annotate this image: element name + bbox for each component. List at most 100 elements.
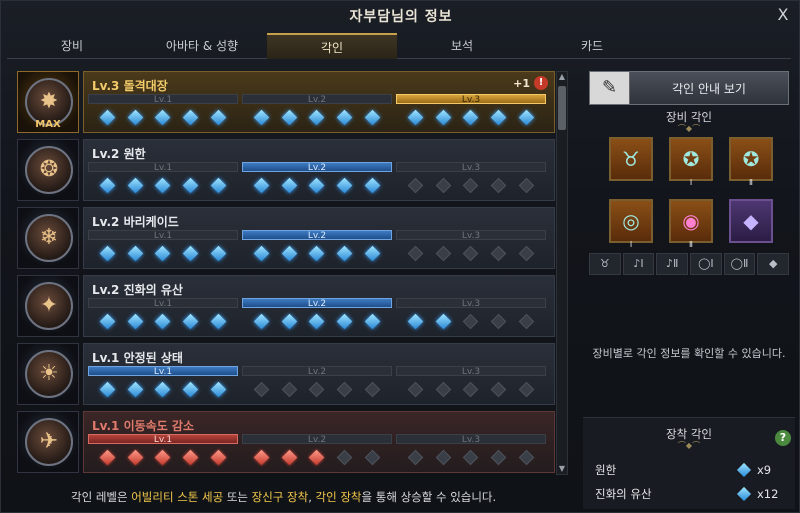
level-segment: Lv.2 — [242, 298, 392, 334]
filter-necklace[interactable]: ♉ — [589, 253, 621, 275]
slot-number: Ⅱ — [749, 178, 753, 187]
engraving-point-gem-icon — [435, 381, 452, 398]
engraving-row[interactable]: ✈ Lv.1 이동속도 감소 Lv.1 Lv.2 Lv.3 — [17, 411, 555, 473]
warning-icon[interactable]: ! — [534, 76, 548, 90]
equipped-engraving-item: 진화의 유산 x12 — [595, 484, 783, 504]
filter-ring-2[interactable]: ◯Ⅱ — [723, 253, 756, 275]
hint-highlight-engraving-equip: 각인 장착 — [315, 490, 362, 504]
equip-engraving-title: 장비 각인 ⌒◆⌒ — [589, 109, 789, 133]
engraving-point-gem-icon — [336, 109, 353, 126]
gem-row — [242, 104, 392, 127]
slot-number: Ⅰ — [629, 240, 633, 249]
equipped-engraving-item: 원한 x9 — [595, 460, 783, 480]
level-label: Lv.3 — [396, 366, 546, 377]
engraving-point-gem-icon — [463, 177, 479, 194]
engraving-point-gem-icon — [309, 109, 325, 126]
engraving-title: Lv.3 돌격대장 — [92, 79, 168, 93]
engraving-point-gem-icon — [364, 381, 380, 398]
engraving-point-gem-icon — [463, 109, 479, 126]
scroll-thumb[interactable] — [558, 86, 566, 130]
filter-earring-2[interactable]: ♪Ⅱ — [656, 253, 689, 275]
slot-necklace[interactable]: ♉ — [609, 137, 653, 181]
scroll-up-arrow-icon[interactable]: ▲ — [557, 72, 567, 82]
scroll-down-arrow-icon[interactable]: ▼ — [557, 464, 567, 474]
equipped-engraving-count: x9 — [757, 463, 772, 477]
engraving-point-gem-icon — [254, 245, 270, 262]
filter-ability-stone[interactable]: ◆ — [757, 253, 790, 275]
gem-row — [396, 444, 546, 467]
engraving-point-gem-icon — [463, 381, 479, 398]
hint-suffix: 을 통해 상승할 수 있습니다. — [361, 490, 497, 504]
engraving-gem-icon — [736, 462, 752, 478]
engraving-title: Lv.1 안정된 상태 — [92, 351, 183, 365]
slot-ability-stone[interactable]: ◆ — [729, 199, 773, 243]
filter-ring-1[interactable]: ◯Ⅰ — [690, 253, 722, 275]
engraving-point-gem-icon — [210, 313, 226, 330]
gem-row — [242, 308, 392, 331]
engraving-point-gem-icon — [155, 449, 171, 466]
engraving-point-gem-icon — [100, 449, 116, 466]
engraving-row[interactable]: ✸ MAX Lv.3 돌격대장 +1! Lv.1 Lv.2 Lv.3 — [17, 71, 555, 133]
engraving-point-gem-icon — [408, 109, 424, 126]
engraving-levels: Lv.1 Lv.2 Lv.3 — [88, 230, 550, 266]
engraving-title: Lv.2 바리케이드 — [92, 215, 179, 229]
engraving-point-gem-icon — [336, 177, 353, 194]
tab-cards[interactable]: 카드 — [527, 33, 657, 59]
help-icon[interactable]: ? — [775, 430, 791, 446]
filter-earring-1[interactable]: ♪Ⅰ — [622, 253, 655, 275]
ability-stone-icon: ◆ — [743, 209, 759, 233]
tab-gems[interactable]: 보석 — [397, 33, 527, 59]
level-label: Lv.2 — [242, 366, 392, 377]
level-segment: Lv.2 — [242, 94, 392, 130]
gem-row — [88, 308, 238, 331]
slot-ring-1[interactable]: ◎ Ⅰ — [609, 199, 653, 249]
slot-earring-2[interactable]: ✪ Ⅱ — [729, 137, 773, 187]
engraving-point-gem-icon — [435, 177, 452, 194]
engraving-row[interactable]: ✦ Lv.2 진화의 유산 Lv.1 Lv.2 Lv.3 — [17, 275, 555, 337]
tab-equipment[interactable]: 장비 — [7, 33, 137, 59]
engraving-guide-button[interactable]: ✎ 각인 안내 보기 — [589, 71, 789, 105]
gem-row — [242, 240, 392, 263]
engraving-point-gem-icon — [364, 449, 380, 466]
engraving-symbol-icon: ❂ — [39, 157, 59, 182]
engraving-point-gem-icon — [518, 245, 534, 262]
engraving-point-gem-icon — [100, 245, 116, 262]
level-label: Lv.1 — [88, 94, 238, 105]
earring-icon: ✪ — [682, 147, 700, 171]
equipped-engraving-count: x12 — [757, 487, 779, 501]
engraving-emblem-icon: ✈ — [25, 418, 73, 466]
engraving-point-gem-icon — [309, 245, 325, 262]
gem-row — [88, 240, 238, 263]
close-icon[interactable]: X — [773, 5, 793, 25]
max-badge: MAX — [35, 119, 61, 130]
level-label: Lv.3 — [396, 298, 546, 309]
engraving-point-gem-icon — [309, 177, 325, 194]
engraving-point-gem-icon — [408, 449, 424, 466]
engraving-extra: +1! — [513, 76, 548, 90]
engraving-point-gem-icon — [100, 109, 116, 126]
slot-number: Ⅱ — [689, 240, 693, 249]
gem-row — [396, 172, 546, 195]
engraving-hint-text: 각인 레벨은 어빌리티 스톤 세공 또는 장신구 장착, 각인 장착을 통해 상… — [71, 486, 561, 508]
tab-engraving[interactable]: 각인 — [267, 33, 397, 59]
level-segment: Lv.3 — [396, 366, 546, 402]
slot-earring-1[interactable]: ✪ Ⅰ — [669, 137, 713, 187]
gem-row — [396, 376, 546, 399]
engraving-point-gem-icon — [127, 449, 144, 466]
engraving-row[interactable]: ❂ Lv.2 원한 Lv.1 Lv.2 Lv.3 — [17, 139, 555, 201]
list-scrollbar[interactable]: ▲ ▼ — [556, 71, 568, 475]
slot-ring-2[interactable]: ◉ Ⅱ — [669, 199, 713, 249]
level-label: Lv.1 — [88, 162, 238, 173]
hint-mid2: , — [308, 490, 316, 504]
level-label: Lv.2 — [242, 162, 392, 173]
engraving-point-gem-icon — [210, 109, 226, 126]
engraving-point-gem-icon — [127, 109, 144, 126]
tab-avatar-tendency[interactable]: 아바타 & 성향 — [137, 33, 267, 59]
engraving-row[interactable]: ❄ Lv.2 바리케이드 Lv.1 Lv.2 Lv.3 — [17, 207, 555, 269]
engraving-point-gem-icon — [435, 313, 452, 330]
engraving-row[interactable]: ☀ Lv.1 안정된 상태 Lv.1 Lv.2 Lv.3 — [17, 343, 555, 405]
engraving-point-gem-icon — [364, 177, 380, 194]
hint-highlight-ability-stone: 어빌리티 스톤 세공 — [131, 490, 224, 504]
engraving-point-gem-icon — [254, 449, 270, 466]
engraving-point-gem-icon — [254, 177, 270, 194]
